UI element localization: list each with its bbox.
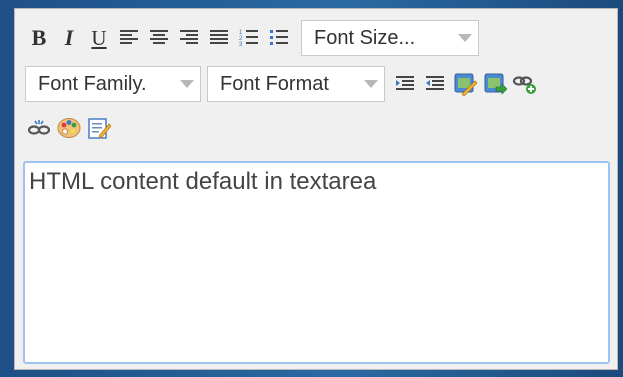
align-center-button[interactable] xyxy=(145,24,173,52)
editor-content-text: HTML content default in textarea xyxy=(29,168,377,195)
editor-toolbar: B I U 1 2 3 Font Size... Font Family. Fo… xyxy=(15,9,617,154)
ordered-list-button[interactable]: 1 2 3 xyxy=(235,24,263,52)
source-edit-button[interactable] xyxy=(85,114,113,142)
unordered-list-icon xyxy=(270,30,288,45)
font-size-select-label: Font Size... xyxy=(314,26,416,49)
underline-button[interactable]: U xyxy=(85,24,113,52)
insert-link-button[interactable] xyxy=(511,70,539,98)
align-right-icon xyxy=(180,30,198,44)
font-size-select[interactable]: Font Size... xyxy=(301,20,479,56)
palette-icon xyxy=(57,118,81,138)
unlink-button[interactable] xyxy=(25,114,53,142)
underline-icon: U xyxy=(91,25,107,50)
bold-button[interactable]: B xyxy=(25,24,53,52)
indent-button[interactable] xyxy=(391,70,419,98)
align-left-button[interactable] xyxy=(115,24,143,52)
indent-icon xyxy=(396,76,414,90)
link-add-icon xyxy=(512,76,536,94)
bold-icon: B xyxy=(31,25,47,50)
italic-icon: I xyxy=(64,25,74,50)
toolbar-row-3 xyxy=(25,113,617,143)
rich-text-editor: B I U 1 2 3 Font Size... Font Family. Fo… xyxy=(14,8,618,370)
align-right-button[interactable] xyxy=(175,24,203,52)
insert-image-button[interactable] xyxy=(481,70,509,98)
font-format-select[interactable]: Font Format xyxy=(207,66,385,102)
outdent-button[interactable] xyxy=(421,70,449,98)
insert-image-icon xyxy=(484,73,507,95)
svg-text:3: 3 xyxy=(239,42,243,48)
chevron-down-icon xyxy=(458,34,472,42)
editor-content-area[interactable]: HTML content default in textarea xyxy=(23,161,610,364)
ordered-list-icon: 1 2 3 xyxy=(239,30,258,48)
align-left-icon xyxy=(120,30,138,44)
toolbar-row-2: Font Family. Font Format xyxy=(25,65,617,103)
align-center-icon xyxy=(150,30,168,44)
font-family-select-label: Font Family. xyxy=(38,72,147,95)
chevron-down-icon xyxy=(180,80,194,88)
source-edit-icon xyxy=(88,118,111,139)
font-family-select[interactable]: Font Family. xyxy=(25,66,201,102)
chevron-down-icon xyxy=(364,80,378,88)
edit-image-button[interactable] xyxy=(451,70,479,98)
edit-image-icon xyxy=(454,73,477,96)
italic-button[interactable]: I xyxy=(55,24,83,52)
font-format-select-label: Font Format xyxy=(220,72,329,95)
justify-button[interactable] xyxy=(205,24,233,52)
unlink-icon xyxy=(28,120,50,135)
unordered-list-button[interactable] xyxy=(265,24,293,52)
justify-icon xyxy=(210,30,228,44)
outdent-icon xyxy=(426,76,444,90)
color-button[interactable] xyxy=(55,114,83,142)
toolbar-row-1: B I U 1 2 3 Font Size... xyxy=(25,19,617,57)
